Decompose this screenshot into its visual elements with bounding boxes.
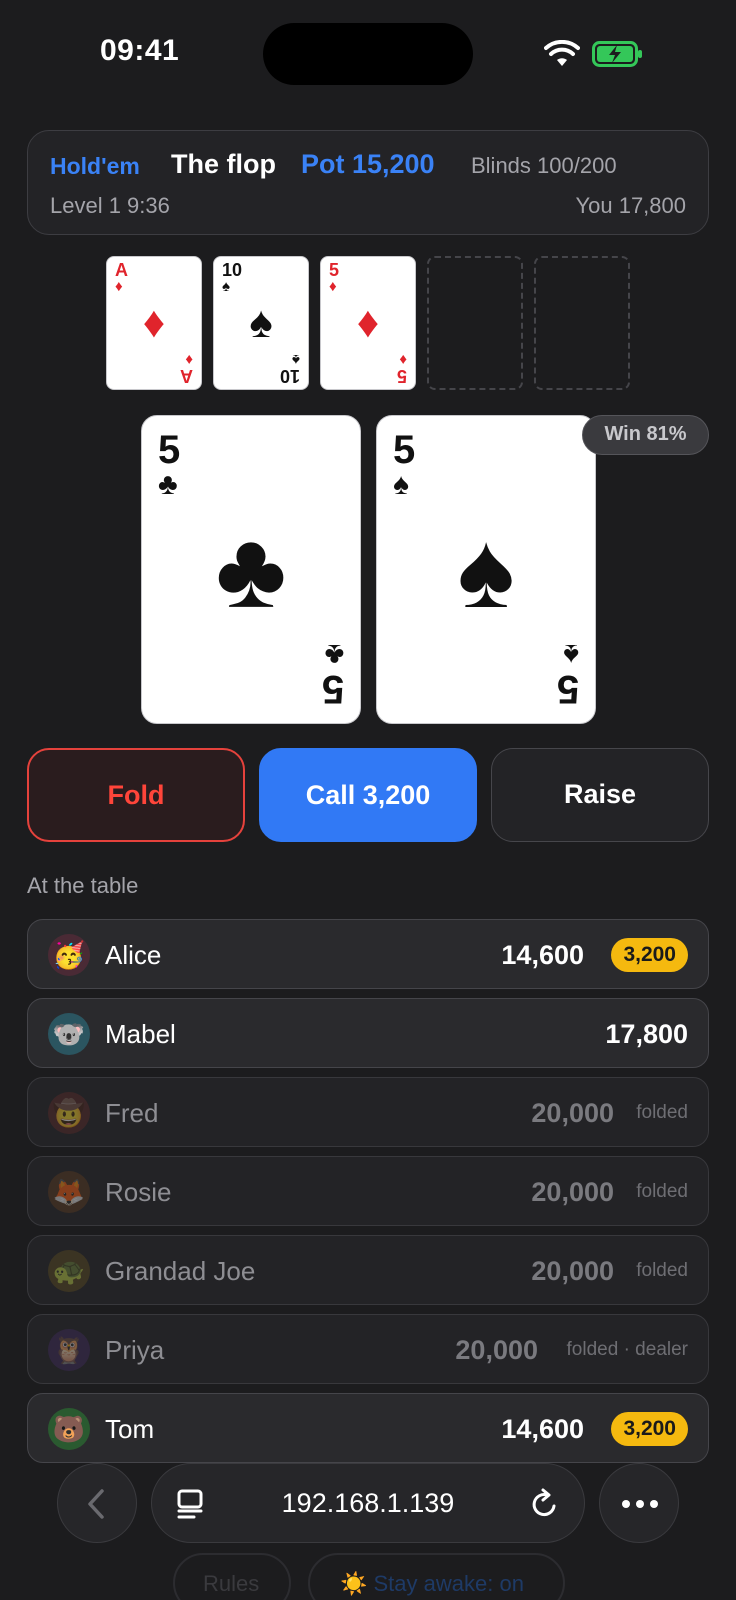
turn-slot — [427, 256, 523, 390]
player-status: folded — [636, 1260, 688, 1281]
card-rank: 10 — [222, 260, 243, 280]
call-button[interactable]: Call 3,200 — [259, 748, 477, 842]
player-stack: 14,600 — [501, 1414, 584, 1444]
avatar: 🥳 — [48, 934, 90, 976]
player-stack: 17,800 — [605, 1019, 688, 1049]
card-rank: 5 — [158, 428, 181, 472]
card-corner: 10 ♠ — [279, 351, 300, 386]
battery-charging-icon — [592, 41, 642, 67]
card-suit: ♦ — [329, 278, 337, 295]
bet-chip: 3,200 — [611, 938, 688, 972]
pot-amount: Pot 15,200 — [301, 149, 435, 179]
rules-button[interactable]: Rules — [173, 1553, 291, 1600]
player-name: Tom — [105, 1414, 155, 1444]
card-suit: ♦ — [115, 278, 123, 295]
player-name: Fred — [105, 1098, 159, 1128]
player-stack: 14,600 — [501, 940, 584, 970]
card-corner: 5 ♦ — [396, 351, 407, 386]
avatar: 🦉 — [48, 1329, 90, 1371]
hand-info-panel: Hold'em The flop Pot 15,200 Blinds 100/2… — [27, 130, 709, 235]
clock: 09:41 — [100, 34, 180, 67]
level-timer: Level 1 9:36 — [50, 193, 170, 218]
card-suit: ♠ — [393, 468, 409, 501]
blinds-label: Blinds 100/200 — [471, 153, 617, 178]
player-row: 🐻 Tom 14,600 3,200 — [27, 1393, 709, 1463]
dynamic-island — [263, 23, 473, 85]
club-icon: ♣ — [215, 509, 287, 630]
card-corner: A ♦ — [180, 351, 193, 386]
card-suit: ♠ — [222, 278, 230, 295]
player-status: folded — [636, 1102, 688, 1123]
player-row: 🐢 Grandad Joe 20,000 folded — [27, 1235, 709, 1305]
player-name: Mabel — [105, 1019, 176, 1049]
hole-card-1: 5 ♣ ♣ 5 ♣ — [141, 415, 361, 724]
player-row: 🥳 Alice 14,600 3,200 — [27, 919, 709, 989]
more-button[interactable] — [599, 1463, 679, 1543]
avatar: 🦊 — [48, 1171, 90, 1213]
bet-chip: 3,200 — [611, 1412, 688, 1446]
card-corner: 5 ♠ — [556, 638, 579, 711]
wifi-icon — [544, 40, 580, 66]
more-icon — [622, 1500, 658, 1508]
your-stack: You 17,800 — [575, 193, 686, 218]
street-label: The flop — [171, 149, 276, 179]
player-row: 🐨 Mabel 17,800 — [27, 998, 709, 1068]
back-button[interactable] — [57, 1463, 137, 1543]
win-probability-badge: Win 81% — [582, 415, 709, 455]
address-bar[interactable]: 192.168.1.139 — [151, 1463, 585, 1543]
player-stack: 20,000 — [455, 1335, 538, 1365]
player-stack: 20,000 — [531, 1177, 614, 1207]
spade-icon: ♠ — [249, 298, 273, 347]
player-status: folded · dealer — [566, 1339, 688, 1360]
url-text: 192.168.1.139 — [281, 1488, 455, 1518]
reload-icon[interactable] — [530, 1488, 560, 1520]
player-row: 🦊 Rosie 20,000 folded — [27, 1156, 709, 1226]
stay-awake-toggle[interactable]: ☀️ Stay awake: on — [308, 1553, 565, 1600]
player-name: Alice — [105, 940, 162, 970]
chevron-left-icon — [88, 1489, 104, 1519]
player-stack: 20,000 — [531, 1256, 614, 1286]
player-name: Rosie — [105, 1177, 172, 1207]
player-stack: 20,000 — [531, 1098, 614, 1128]
diamond-icon: ♦ — [142, 298, 166, 347]
avatar: 🐨 — [48, 1013, 90, 1055]
player-status: folded — [636, 1181, 688, 1202]
status-bar: 09:41 — [0, 0, 736, 110]
card-rank: A — [115, 260, 128, 280]
avatar: 🤠 — [48, 1092, 90, 1134]
game-type: Hold'em — [50, 153, 140, 179]
hole-card-2: 5 ♠ ♠ 5 ♠ — [376, 415, 596, 724]
player-row: 🤠 Fred 20,000 folded — [27, 1077, 709, 1147]
fold-button[interactable]: Fold — [27, 748, 245, 842]
section-heading: At the table — [27, 873, 139, 898]
player-name: Priya — [105, 1335, 165, 1365]
card-rank: 5 — [329, 260, 340, 280]
card-suit: ♣ — [158, 468, 178, 501]
raise-button[interactable]: Raise — [491, 748, 709, 842]
card-rank: 5 — [393, 428, 416, 472]
spade-icon: ♠ — [457, 509, 515, 630]
avatar: 🐻 — [48, 1408, 90, 1450]
board-card-1: A ♦ ♦ A ♦ — [106, 256, 202, 390]
board-card-2: 10 ♠ ♠ 10 ♠ — [213, 256, 309, 390]
avatar: 🐢 — [48, 1250, 90, 1292]
river-slot — [534, 256, 630, 390]
player-row: 🦉 Priya 20,000 folded · dealer — [27, 1314, 709, 1384]
card-corner: 5 ♣ — [321, 638, 344, 711]
board-card-3: 5 ♦ ♦ 5 ♦ — [320, 256, 416, 390]
diamond-icon: ♦ — [356, 298, 380, 347]
player-name: Grandad Joe — [105, 1256, 256, 1286]
